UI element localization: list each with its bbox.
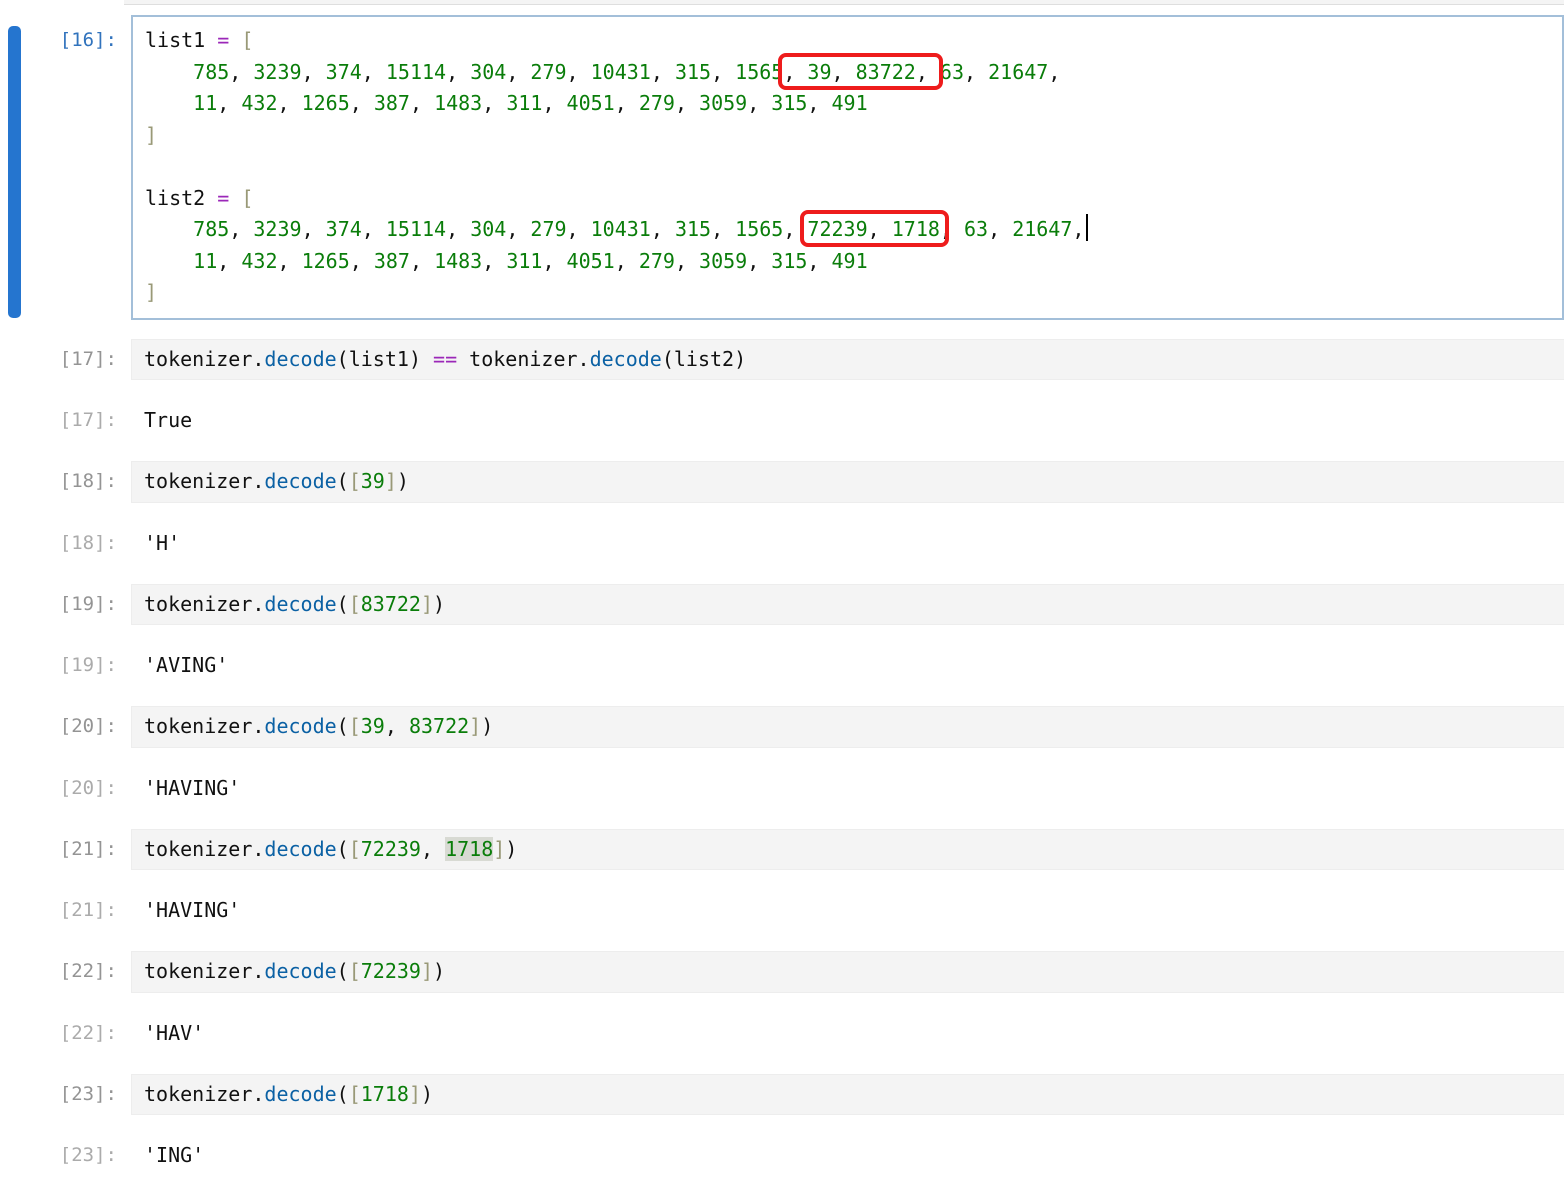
output-prompt-17: [17]:: [0, 408, 131, 432]
code-editor-16[interactable]: list1 = [ 785, 3239, 374, 15114, 304, 27…: [131, 15, 1564, 320]
output-text-23: 'ING': [131, 1143, 1564, 1167]
code-source-19[interactable]: tokenizer.decode([83722]): [144, 589, 1564, 621]
notebook-page: [16]: list1 = [ 785, 3239, 374, 15114, 3…: [0, 0, 1564, 1178]
output-text-17: True: [131, 408, 1564, 432]
cell-21-output-row: [21]: 'HAVING': [0, 898, 1564, 922]
red-annotation-box: , 39, 83722,: [783, 60, 928, 84]
cell-22-input-row: [22]: tokenizer.decode([72239]): [0, 951, 1564, 993]
highlighted-token: 1718: [445, 837, 493, 861]
input-prompt-23: [23]:: [0, 1074, 131, 1111]
cell-23-output-row: [23]: 'ING': [0, 1143, 1564, 1167]
previous-cell-edge: [124, 0, 1564, 5]
code-editor-23[interactable]: tokenizer.decode([1718]): [131, 1074, 1564, 1116]
code-editor-21[interactable]: tokenizer.decode([72239, 1718]): [131, 829, 1564, 871]
output-prompt-22: [22]:: [0, 1021, 131, 1045]
code-editor-18[interactable]: tokenizer.decode([39]): [131, 461, 1564, 503]
output-prompt-18: [18]:: [0, 531, 131, 555]
output-text-20: 'HAVING': [131, 776, 1564, 800]
cell-19-output-row: [19]: 'AVING': [0, 653, 1564, 677]
output-prompt-19: [19]:: [0, 653, 131, 677]
code-source-22[interactable]: tokenizer.decode([72239]): [144, 956, 1564, 988]
input-prompt-21: [21]:: [0, 829, 131, 866]
cell-18-input-row: [18]: tokenizer.decode([39]): [0, 461, 1564, 503]
code-cell-16: [16]: list1 = [ 785, 3239, 374, 15114, 3…: [0, 15, 1564, 320]
code-editor-22[interactable]: tokenizer.decode([72239]): [131, 951, 1564, 993]
cell-19-input-row: [19]: tokenizer.decode([83722]): [0, 584, 1564, 626]
code-source-20[interactable]: tokenizer.decode([39, 83722]): [144, 711, 1564, 743]
input-prompt-20: [20]:: [0, 706, 131, 743]
cell-17-input-row: [17]: tokenizer.decode(list1) == tokeniz…: [0, 339, 1564, 381]
cell-20-input-row: [20]: tokenizer.decode([39, 83722]): [0, 706, 1564, 748]
code-editor-19[interactable]: tokenizer.decode([83722]): [131, 584, 1564, 626]
cell-22-output-row: [22]: 'HAV': [0, 1021, 1564, 1045]
cell-18-output-row: [18]: 'H': [0, 531, 1564, 555]
cell-20-output-row: [20]: 'HAVING': [0, 776, 1564, 800]
code-source-18[interactable]: tokenizer.decode([39]): [144, 466, 1564, 498]
cell-23-input-row: [23]: tokenizer.decode([1718]): [0, 1074, 1564, 1116]
code-source-23[interactable]: tokenizer.decode([1718]): [144, 1079, 1564, 1111]
cell-17-output-row: [17]: True: [0, 408, 1564, 432]
red-annotation-box: 72239, 1718: [807, 217, 939, 241]
input-prompt-22: [22]:: [0, 951, 131, 988]
code-source-21[interactable]: tokenizer.decode([72239, 1718]): [144, 834, 1564, 866]
output-text-21: 'HAVING': [131, 898, 1564, 922]
input-prompt-18: [18]:: [0, 461, 131, 498]
output-prompt-21: [21]:: [0, 898, 131, 922]
input-prompt-19: [19]:: [0, 584, 131, 621]
code-source-16[interactable]: list1 = [ 785, 3239, 374, 15114, 304, 27…: [145, 25, 1562, 309]
code-source-17[interactable]: tokenizer.decode(list1) == tokenizer.dec…: [144, 344, 1564, 376]
output-text-22: 'HAV': [131, 1021, 1564, 1045]
cell-21-input-row: [21]: tokenizer.decode([72239, 1718]): [0, 829, 1564, 871]
output-text-19: 'AVING': [131, 653, 1564, 677]
output-prompt-20: [20]:: [0, 776, 131, 800]
active-cell-indicator-bar[interactable]: [8, 26, 21, 318]
text-cursor: [1086, 214, 1088, 241]
input-prompt-17: [17]:: [0, 339, 131, 376]
output-prompt-23: [23]:: [0, 1143, 131, 1167]
code-editor-17[interactable]: tokenizer.decode(list1) == tokenizer.dec…: [131, 339, 1564, 381]
output-text-18: 'H': [131, 531, 1564, 555]
code-editor-20[interactable]: tokenizer.decode([39, 83722]): [131, 706, 1564, 748]
